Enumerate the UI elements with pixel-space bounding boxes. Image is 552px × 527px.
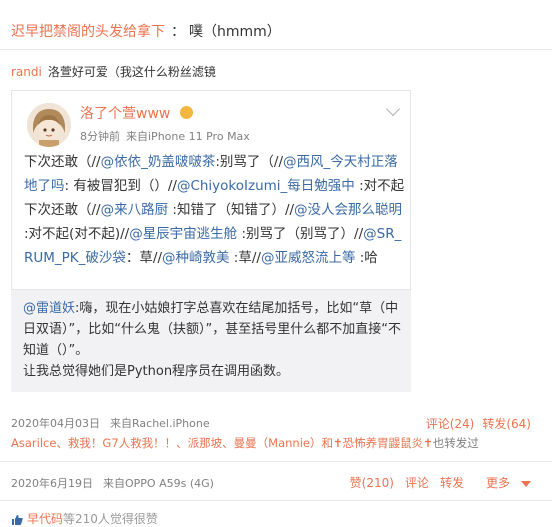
post-actions: 赞(210) 评论 转发 更多 [339, 474, 531, 491]
post-meta: 8分钟前 来自iPhone 11 Pro Max [80, 128, 250, 144]
emoji-icon [180, 106, 193, 119]
divider-bottom [0, 500, 552, 501]
top-comment-author[interactable]: 迟早把禁阁的头发给拿下 [11, 24, 165, 40]
post-text-segment: ：草// [125, 250, 163, 266]
mention-link[interactable]: @ChiyokoIzumi_每日勉强中 [177, 178, 355, 194]
reply-line: randi 洛萱好可爱（我这什么粉丝滤镜 [11, 63, 216, 80]
mention-link[interactable]: @星辰宇宙逃生舱 [129, 226, 237, 242]
post-text-segment: : 有被冒犯到（）// [64, 178, 177, 194]
mention-link[interactable]: @没人会那么聪明 [294, 202, 402, 218]
post-source: 来自iPhone 11 Pro Max [126, 130, 250, 143]
inner-comment: @雷道妖:嗨，现在小姑娘打字总喜欢在结尾加括号，比如“草（中日双语）”，比如“什… [23, 298, 403, 382]
repost-reposts-link[interactable]: 转发(64) [482, 417, 531, 431]
reply-text: 洛萱好可爱（我这什么粉丝滤镜 [47, 65, 216, 79]
reposters-names[interactable]: Asarilce、救我！G7人救我！！、派那坡、曼曼（Mannie）和✝恐怖养胃… [11, 436, 433, 450]
post-text-segment: :别骂了（// [215, 154, 284, 170]
repost-comments-link[interactable]: 评论(24) [426, 417, 475, 431]
more-button[interactable]: 更多 [475, 476, 531, 490]
mention-link[interactable]: @亚威怒流上等 [261, 250, 356, 266]
reposters-line: Asarilce、救我！G7人救我！！、派那坡、曼曼（Mannie）和✝恐怖养胃… [11, 435, 479, 451]
repost-actions: 评论(24) 转发(64) [418, 415, 531, 432]
caret-down-icon [521, 480, 531, 487]
divider-top [0, 49, 552, 50]
post-footer: 2020年6月19日 来自OPPO A59s (4G) [11, 475, 214, 491]
post-author-name[interactable]: 洛了个萱www [80, 103, 170, 123]
post-text-segment: :对不起(对不起)// [24, 226, 130, 242]
mention-link[interactable]: @依依_奶盖啵啵茶 [101, 154, 216, 170]
post-text-segment: :哈 [355, 250, 378, 266]
avatar-illustration [27, 103, 71, 147]
like-button[interactable]: 赞(210) [350, 476, 394, 490]
mention-link[interactable]: @来八路厨 [101, 202, 169, 218]
post-text-segment: :知错了（知错了）// [168, 202, 295, 218]
inner-comment-line1: :嗨，现在小姑娘打字总喜欢在结尾加括号，比如“草（中日双语）”，比如“什么鬼（扶… [23, 301, 401, 358]
reposters-tail: 也转发过 [432, 436, 479, 450]
post-text-segment: 下次还敢（// [24, 154, 101, 170]
comment-button[interactable]: 评论 [405, 476, 429, 490]
top-comment: 迟早把禁阁的头发给拿下 ：噗（hmmm） [11, 21, 281, 41]
quoted-post: 洛了个萱www 8分钟前 来自iPhone 11 Pro Max 下次还敢（//@… [11, 90, 411, 290]
quoted-card: 洛了个萱www 8分钟前 来自iPhone 11 Pro Max 下次还敢（//@… [11, 90, 411, 392]
post-footer-source: 来自OPPO A59s (4G) [103, 477, 214, 490]
repost-source: 来自Rachel.iPhone [110, 417, 210, 430]
more-label: 更多 [485, 476, 510, 490]
repost-date[interactable]: 2020年04月03日 [11, 417, 100, 430]
post-time[interactable]: 8分钟前 [80, 130, 120, 143]
post-body: 下次还敢（//@依依_奶盖啵啵茶:别骂了（//@西风_今天村正落地了吗: 有被冒… [24, 150, 406, 270]
post-footer-date[interactable]: 2020年6月19日 [11, 477, 93, 490]
likes-author[interactable]: 早代码 [27, 512, 63, 526]
inner-comment-line2: 让我总觉得她们是Python程序员在调用函数。 [23, 364, 290, 379]
post-text-segment: :别骂了（别骂了）// [237, 226, 364, 242]
inner-comment-mention[interactable]: @雷道妖 [23, 301, 75, 316]
post-text-segment: :草// [229, 250, 261, 266]
top-comment-text: 噗（hmmm） [189, 24, 281, 40]
divider-middle [0, 461, 552, 462]
repost-footer: 2020年04月03日 来自Rachel.iPhone [11, 415, 210, 431]
avatar[interactable] [27, 103, 71, 147]
mention-link[interactable]: @种崎敦美 [162, 250, 230, 266]
likes-line: 早代码等210人觉得很赞 [11, 510, 158, 527]
top-comment-colon: ： [171, 24, 185, 40]
repost-button[interactable]: 转发 [440, 476, 464, 490]
reply-author[interactable]: randi [11, 65, 42, 79]
likes-text: 等210人觉得很赞 [63, 512, 158, 526]
chevron-down-icon[interactable] [385, 101, 401, 117]
